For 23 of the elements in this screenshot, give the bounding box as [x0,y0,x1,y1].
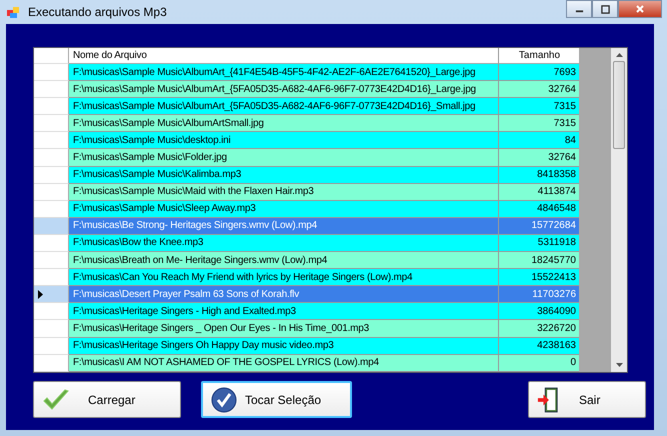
column-header[interactable]: Nome do Arquivo [69,48,499,64]
current-row-icon [38,290,43,299]
window-title: Executando arquivos Mp3 [28,5,167,19]
scroll-up-icon[interactable] [616,53,622,57]
action-button[interactable]: Carregar [33,381,181,418]
column-header[interactable]: Tamanho [499,48,579,64]
table-cell: F:\musicas\I AM NOT ASHAMED OF THE GOSPEL LYRICS (Low).mp4 [69,354,499,372]
action-button[interactable]: Sair [528,381,646,418]
scroll-thumb[interactable] [613,61,625,149]
close-button[interactable] [618,0,662,18]
scrollbar[interactable] [611,48,627,372]
check-circle-icon [211,386,237,412]
minimize-button[interactable] [566,0,592,18]
table-cell: 0 [499,354,579,372]
maximize-button[interactable] [592,0,618,18]
app-icon [6,4,22,20]
maximize-icon [600,4,610,14]
row-header[interactable] [34,286,69,304]
action-button[interactable]: Tocar Seleção [201,381,352,418]
exit-door-icon [537,386,559,412]
check-icon [42,388,70,410]
close-icon [635,4,645,14]
scroll-down-icon[interactable] [616,363,622,367]
